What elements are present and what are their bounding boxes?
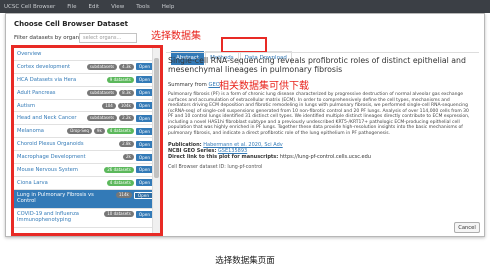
dataset-list-item[interactable]: Head and Neck Cancer subdatasets 2.2k Open	[14, 112, 155, 126]
direct-link-url[interactable]: https://lung-pf-control.cells.ucsc.edu	[280, 154, 371, 160]
dataset-list-item[interactable]: HCA Datasets via Hera 9 datasets Open	[14, 74, 155, 87]
dataset-title: Single-cell RNA-sequencing reveals profi…	[168, 56, 466, 74]
summary-prefix: Summary from	[168, 82, 207, 88]
dataset-badge: 104k	[117, 102, 134, 109]
select-dataset-annotation: 选择数据集	[151, 31, 201, 42]
dataset-name: Head and Neck Cancer	[17, 115, 77, 122]
dataset-name: Lung in Pulmonary Fibrosis vs Control	[17, 191, 94, 204]
geo-summary-link[interactable]: GEO	[208, 82, 219, 88]
dataset-badge: 8.3k	[119, 89, 134, 96]
dataset-badge: 2.2k	[119, 115, 134, 122]
dataset-badge: 9k	[93, 128, 105, 135]
open-dataset-button[interactable]: Open	[135, 114, 153, 122]
dialog-title: Choose Cell Browser Dataset	[14, 20, 128, 28]
dataset-list-item[interactable]: Lung in Pulmonary Fibrosis vs Control 114…	[14, 189, 155, 209]
dataset-badge: 104	[102, 102, 116, 109]
dataset-badge: subdatasets	[86, 115, 118, 122]
scrollbar-thumb[interactable]	[154, 58, 159, 178]
summary-source: Summary from GEO	[168, 82, 220, 88]
menu-edit[interactable]: Edit	[88, 4, 99, 10]
dataset-list-scrollbar[interactable]	[152, 48, 160, 233]
dataset-list-item[interactable]: Ciona Larva 4 datasets Open	[14, 177, 155, 190]
open-dataset-button[interactable]: Open	[135, 210, 153, 218]
cancel-button[interactable]: Cancel	[454, 222, 480, 233]
dataset-name: Cortex development	[17, 63, 71, 70]
menu-view[interactable]: View	[111, 4, 124, 10]
open-dataset-button[interactable]: Open	[133, 191, 153, 199]
direct-link-line: Direct link to this plot for manuscripts…	[168, 154, 371, 160]
dataset-name: Ciona Larva	[17, 179, 48, 186]
dataset-list-item[interactable]: Autism 104 104k Open	[14, 100, 155, 113]
dataset-name: Choroid Plexus Organoids	[17, 141, 84, 148]
open-dataset-button[interactable]: Open	[135, 102, 153, 109]
dataset-name: Macrophage Development	[17, 154, 86, 161]
open-dataset-button[interactable]: Open	[135, 153, 153, 161]
dataset-badge: 4.3k	[119, 63, 134, 70]
dataset-list-item[interactable]: Macrophage Development 2k Open	[14, 151, 155, 165]
app-menubar: UCSC Cell Browser File Edit View Tools H…	[0, 0, 490, 13]
dataset-list-item[interactable]: Overview	[14, 48, 155, 61]
dataset-name: Overview	[17, 50, 42, 57]
direct-link-label: Direct link to this plot for manuscripts…	[168, 154, 279, 160]
cell-browser-dataset-id: Cell Browser dataset ID: lung-pf-control	[168, 165, 263, 170]
dataset-name: Mouse Nervous System	[17, 166, 78, 173]
dataset-badge: 2.8k	[119, 141, 134, 148]
dataset-list-item[interactable]: Mouse Nervous System 26 datasets Open	[14, 164, 155, 177]
filter-label: Filter datasets by organ:	[14, 35, 82, 41]
dataset-badge: 26 datasets	[104, 166, 134, 173]
open-dataset-button[interactable]: Open	[135, 166, 153, 174]
organ-filter-input[interactable]: select organs...	[79, 33, 137, 43]
dataset-badge: 9 datasets	[106, 76, 134, 83]
page: UCSC Cell Browser File Edit View Tools H…	[0, 0, 490, 271]
menu-help[interactable]: Help	[162, 4, 175, 10]
dataset-list-item[interactable]: Adult Pancreas subdatasets 8.3k Open	[14, 87, 155, 100]
open-dataset-button[interactable]: Open	[135, 63, 153, 71]
dataset-dialog: Choose Cell Browser Dataset Filter datas…	[5, 13, 485, 237]
dataset-list-item[interactable]: Melanoma Drop-Seq 9k 4 datasets Open	[14, 125, 155, 139]
open-dataset-button[interactable]: Open	[135, 127, 153, 135]
dataset-list-item[interactable]: Choroid Plexus Organoids 2.8k Open	[14, 138, 155, 152]
dataset-badge: 4 datasets	[106, 179, 134, 186]
download-annotation: 相关数据集可供下载	[219, 81, 309, 92]
menu-tools[interactable]: Tools	[136, 4, 150, 10]
dataset-badge: subdatasets	[86, 63, 118, 70]
open-dataset-button[interactable]: Open	[135, 76, 153, 84]
open-dataset-button[interactable]: Open	[135, 179, 153, 187]
tab-underline	[166, 52, 479, 53]
menu-file[interactable]: File	[67, 4, 76, 10]
dataset-list: Overview Cortex development subdatasets 4.3…	[11, 45, 163, 236]
data-download-highlight	[221, 37, 267, 53]
dataset-name: Adult Pancreas	[17, 89, 56, 96]
dataset-list-item[interactable]: COVID-19 and Influenza Immunophenotyping…	[14, 209, 155, 228]
open-dataset-button[interactable]: Open	[135, 89, 153, 97]
dataset-name: Melanoma	[17, 128, 44, 135]
dataset-name: COVID-19 and Influenza Immunophenotyping	[17, 210, 79, 223]
dataset-badge: 2k	[122, 154, 134, 161]
dataset-list-items: Overview Cortex development subdatasets 4.3…	[14, 48, 155, 233]
dataset-badge: 4 datasets	[106, 128, 134, 135]
dataset-name: Autism	[17, 102, 36, 109]
app-title: UCSC Cell Browser	[4, 3, 56, 10]
dataset-badge: Drop-Seq	[67, 128, 92, 135]
dataset-name: HCA Datasets via Hera	[17, 76, 77, 83]
figure-caption: 选择数据集页面	[215, 256, 275, 266]
dataset-badge: 114k	[115, 191, 132, 198]
dataset-abstract: Pulmonary fibrosis (PF) is a form of chr…	[168, 92, 470, 136]
open-dataset-button[interactable]: Open	[135, 140, 153, 148]
dataset-badge: 10 datasets	[104, 210, 134, 217]
dataset-badge: subdatasets	[86, 89, 118, 96]
dataset-list-item[interactable]: Cortex development subdatasets 4.3k Open	[14, 61, 155, 74]
